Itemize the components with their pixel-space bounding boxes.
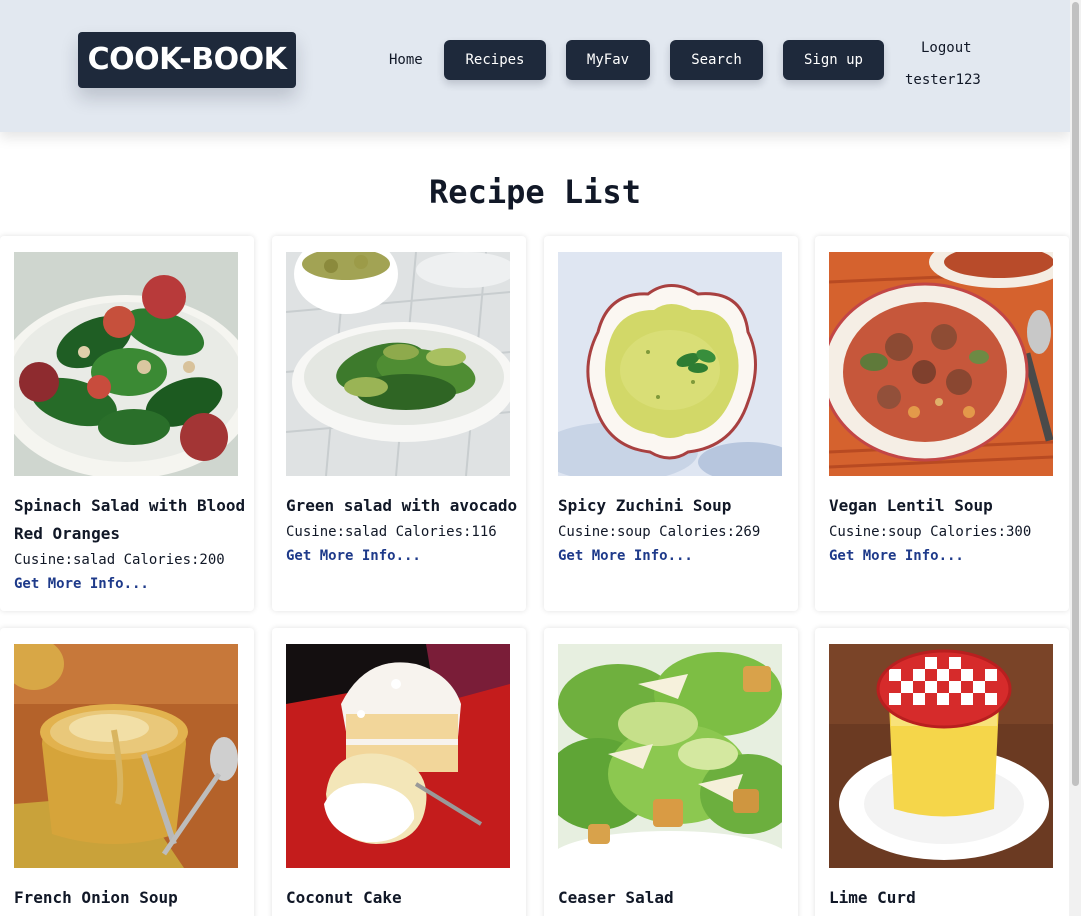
recipe-title: Coconut Cake: [286, 888, 402, 907]
get-more-info-link[interactable]: Get More Info...: [829, 544, 1061, 568]
recipe-title: Vegan Lentil Soup: [829, 496, 993, 515]
recipe-card: Coconut Cake: [272, 628, 526, 916]
recipe-image-green-salad[interactable]: [286, 252, 510, 476]
recipe-image-zucchini-soup[interactable]: [558, 252, 782, 476]
recipe-image-caesar-salad[interactable]: [558, 644, 782, 868]
nav-signup-button[interactable]: Sign up: [783, 40, 884, 80]
recipe-image-coconut-cake[interactable]: [286, 644, 510, 868]
recipe-title: Green salad with avocado: [286, 496, 518, 515]
site-header: COOK-BOOK Home Recipes MyFav Search Sign…: [0, 0, 1070, 132]
get-more-info-link[interactable]: Get More Info...: [14, 572, 246, 596]
page: COOK-BOOK Home Recipes MyFav Search Sign…: [0, 0, 1070, 916]
page-title: Recipe List: [429, 173, 641, 211]
username-label: tester123: [905, 72, 981, 88]
recipe-title: French Onion Soup: [14, 888, 178, 907]
scrollbar-thumb[interactable]: [1072, 2, 1079, 786]
recipe-card: French Onion Soup: [0, 628, 254, 916]
recipe-card: Spinach Salad with Blood Red Oranges Cus…: [0, 236, 254, 611]
recipe-card: Vegan Lentil Soup Cusine:soup Calories:3…: [815, 236, 1069, 611]
nav-home-link[interactable]: Home: [389, 50, 423, 70]
get-more-info-link[interactable]: Get More Info...: [558, 544, 790, 568]
recipe-card: Lime Curd: [815, 628, 1069, 916]
recipe-card: Green salad with avocado Cusine:salad Ca…: [272, 236, 526, 611]
recipe-title: Lime Curd: [829, 888, 916, 907]
recipe-title: Ceaser Salad: [558, 888, 674, 907]
get-more-info-link[interactable]: Get More Info...: [286, 544, 518, 568]
site-logo[interactable]: COOK-BOOK: [78, 32, 296, 88]
recipe-image-lime-curd[interactable]: [829, 644, 1053, 868]
recipe-image-spinach-salad[interactable]: [14, 252, 238, 476]
recipe-meta: Cusine:salad Calories:116: [286, 524, 497, 540]
recipe-meta: Cusine:soup Calories:269: [558, 524, 761, 540]
nav-logout-link[interactable]: Logout: [921, 38, 972, 58]
recipe-image-lentil-soup[interactable]: [829, 252, 1053, 476]
nav-myfav-button[interactable]: MyFav: [566, 40, 650, 80]
recipe-title: Spicy Zuchini Soup: [558, 496, 732, 515]
recipe-card: Ceaser Salad: [544, 628, 798, 916]
recipe-title: Spinach Salad with Blood Red Oranges: [14, 496, 246, 543]
recipe-image-french-onion-soup[interactable]: [14, 644, 238, 868]
recipe-meta: Cusine:soup Calories:300: [829, 524, 1032, 540]
recipe-card: Spicy Zuchini Soup Cusine:soup Calories:…: [544, 236, 798, 611]
recipe-meta: Cusine:salad Calories:200: [14, 552, 225, 568]
page-scrollbar[interactable]: [1070, 0, 1081, 916]
nav-search-button[interactable]: Search: [670, 40, 763, 80]
nav-recipes-button[interactable]: Recipes: [444, 40, 546, 80]
